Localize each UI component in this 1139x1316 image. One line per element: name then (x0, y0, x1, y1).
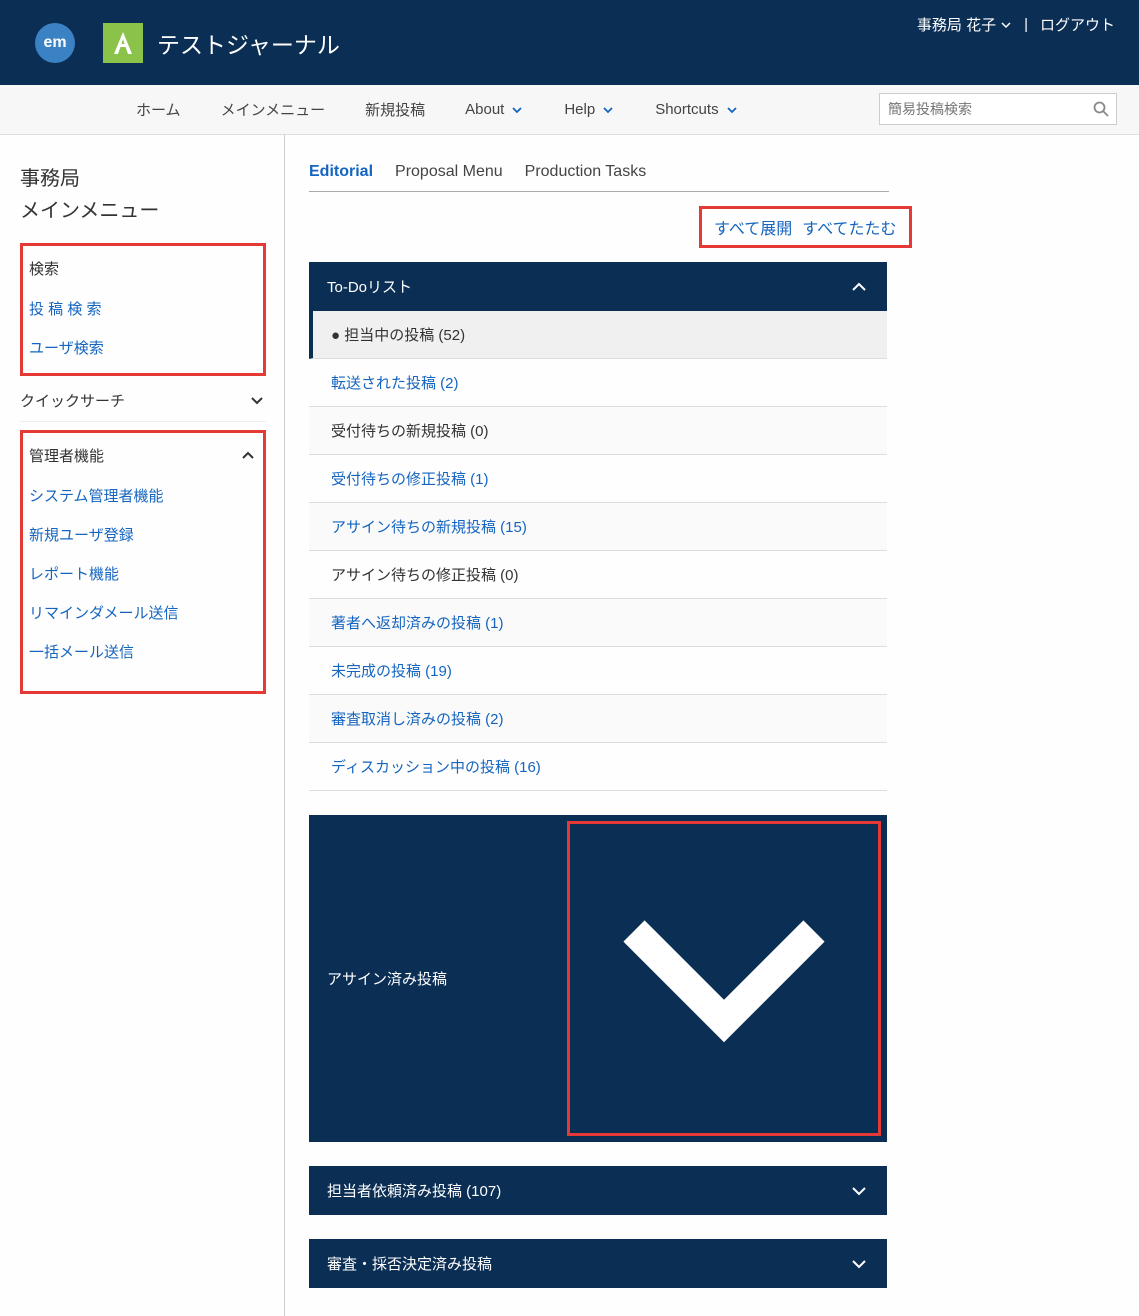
panel-requested-wrapper: 担当者依頼済み投稿 (107) (309, 1166, 887, 1215)
sidebar-link-reminder[interactable]: リマインダメール送信 (29, 593, 257, 632)
chevron-down-icon (248, 392, 266, 410)
logo-a (103, 23, 143, 63)
sidebar: 事務局 メインメニュー 検索 投 稿 検 索 ユーザ検索 クイックサーチ 管理者… (0, 135, 285, 1316)
todo-row[interactable]: 審査取消し済みの投稿 (2) (309, 695, 887, 743)
todo-row: アサイン待ちの修正投稿 (0) (309, 551, 887, 599)
nav-shortcuts-label: Shortcuts (655, 101, 718, 118)
nav-help-label: Help (564, 101, 595, 118)
chevron-down-icon (849, 1254, 869, 1274)
panel-decided-title: 審査・採否決定済み投稿 (327, 1253, 492, 1274)
highlight-chevron (567, 821, 881, 1136)
chevron-down-icon (601, 103, 615, 117)
nav-shortcuts[interactable]: Shortcuts (635, 85, 758, 135)
content: 事務局 メインメニュー 検索 投 稿 検 索 ユーザ検索 クイックサーチ 管理者… (0, 135, 1139, 1316)
chevron-down-icon (510, 103, 524, 117)
nav-about-label: About (465, 101, 504, 118)
panel-assigned-wrapper: アサイン済み投稿 (309, 815, 887, 1142)
sidebar-search-header: 検索 (29, 248, 257, 289)
todo-row[interactable]: 著者へ返却済みの投稿 (1) (309, 599, 887, 647)
separator: | (1024, 16, 1028, 33)
panel-todo-title: To-Doリスト (327, 276, 412, 297)
nav-about[interactable]: About (445, 85, 544, 135)
chevron-down-icon (574, 1113, 874, 1130)
todo-row[interactable]: ディスカッション中の投稿 (16) (309, 743, 887, 791)
panel-requested-header[interactable]: 担当者依頼済み投稿 (107) (309, 1166, 887, 1215)
sidebar-admin-header[interactable]: 管理者機能 (29, 435, 257, 476)
highlight-search-box: 検索 投 稿 検 索 ユーザ検索 (20, 243, 266, 376)
sidebar-title: 事務局 メインメニュー (20, 163, 266, 227)
panel-todo-wrapper: To-Doリスト ● 担当中の投稿 (52)転送された投稿 (2)受付待ちの新規… (309, 262, 887, 791)
sidebar-title-1: 事務局 (20, 163, 266, 195)
search-input[interactable] (888, 101, 1092, 117)
nav-main-menu[interactable]: メインメニュー (201, 85, 346, 135)
expand-controls-highlight: すべて展開 すべてたたむ (699, 206, 912, 248)
sidebar-admin-label: 管理者機能 (29, 445, 104, 466)
sidebar-link-reports[interactable]: レポート機能 (29, 554, 257, 593)
sidebar-link-sysadmin[interactable]: システム管理者機能 (29, 476, 257, 515)
chevron-up-icon (849, 277, 869, 297)
user-name-label: 事務局 花子 (917, 14, 996, 35)
journal-title: テストジャーナル (157, 26, 340, 60)
chevron-up-icon (239, 447, 257, 465)
search-icon[interactable] (1092, 100, 1110, 118)
logout-link[interactable]: ログアウト (1040, 14, 1115, 35)
panel-decided-wrapper: 審査・採否決定済み投稿 (309, 1239, 887, 1288)
sidebar-title-2: メインメニュー (20, 195, 266, 227)
sidebar-link-new-user[interactable]: 新規ユーザ登録 (29, 515, 257, 554)
tab-editorial[interactable]: Editorial (309, 163, 373, 181)
panel-assigned-header[interactable]: アサイン済み投稿 (309, 815, 887, 1142)
todo-row[interactable]: 受付待ちの修正投稿 (1) (309, 455, 887, 503)
tab-proposal[interactable]: Proposal Menu (395, 163, 503, 181)
nav-help[interactable]: Help (544, 85, 635, 135)
navbar: ホーム メインメニュー 新規投稿 About Help Shortcuts (0, 85, 1139, 135)
todo-row[interactable]: 転送された投稿 (2) (309, 359, 887, 407)
expand-controls: すべて展開 すべてたたむ (309, 206, 1111, 248)
expand-all[interactable]: すべて展開 (714, 215, 792, 239)
nav-home[interactable]: ホーム (100, 85, 201, 135)
sidebar-link-submission-search[interactable]: 投 稿 検 索 (29, 289, 257, 328)
sidebar-quicksearch-label: クイックサーチ (20, 390, 125, 411)
sidebar-quicksearch[interactable]: クイックサーチ (20, 380, 266, 422)
sidebar-link-bulk-mail[interactable]: 一括メール送信 (29, 632, 257, 671)
panel-decided-header[interactable]: 審査・採否決定済み投稿 (309, 1239, 887, 1288)
collapse-all[interactable]: すべてたたむ (802, 215, 896, 239)
panel-requested-title: 担当者依頼済み投稿 (107) (327, 1180, 501, 1201)
search-box[interactable] (879, 93, 1117, 125)
header: em テストジャーナル 事務局 花子 | ログアウト (0, 0, 1139, 85)
todo-row[interactable]: ● 担当中の投稿 (52) (309, 311, 887, 359)
tabs: Editorial Proposal Menu Production Tasks (309, 163, 889, 192)
highlight-admin-box: 管理者機能 システム管理者機能 新規ユーザ登録 レポート機能 リマインダメール送… (20, 430, 266, 694)
todo-row[interactable]: 未完成の投稿 (19) (309, 647, 887, 695)
header-user-area: 事務局 花子 | ログアウト (917, 14, 1115, 35)
logo-em: em (35, 23, 75, 63)
todo-row[interactable]: アサイン待ちの新規投稿 (15) (309, 503, 887, 551)
nav-new-submission[interactable]: 新規投稿 (345, 85, 445, 135)
panel-todo-header[interactable]: To-Doリスト (309, 262, 887, 311)
sidebar-link-user-search[interactable]: ユーザ検索 (29, 328, 257, 367)
todo-row: 受付待ちの新規投稿 (0) (309, 407, 887, 455)
tab-production[interactable]: Production Tasks (525, 163, 647, 181)
main: Editorial Proposal Menu Production Tasks… (285, 135, 1139, 1316)
chevron-down-icon (725, 103, 739, 117)
panel-assigned-title: アサイン済み投稿 (327, 960, 447, 997)
user-menu[interactable]: 事務局 花子 (917, 14, 1012, 35)
chevron-down-icon (849, 1181, 869, 1201)
